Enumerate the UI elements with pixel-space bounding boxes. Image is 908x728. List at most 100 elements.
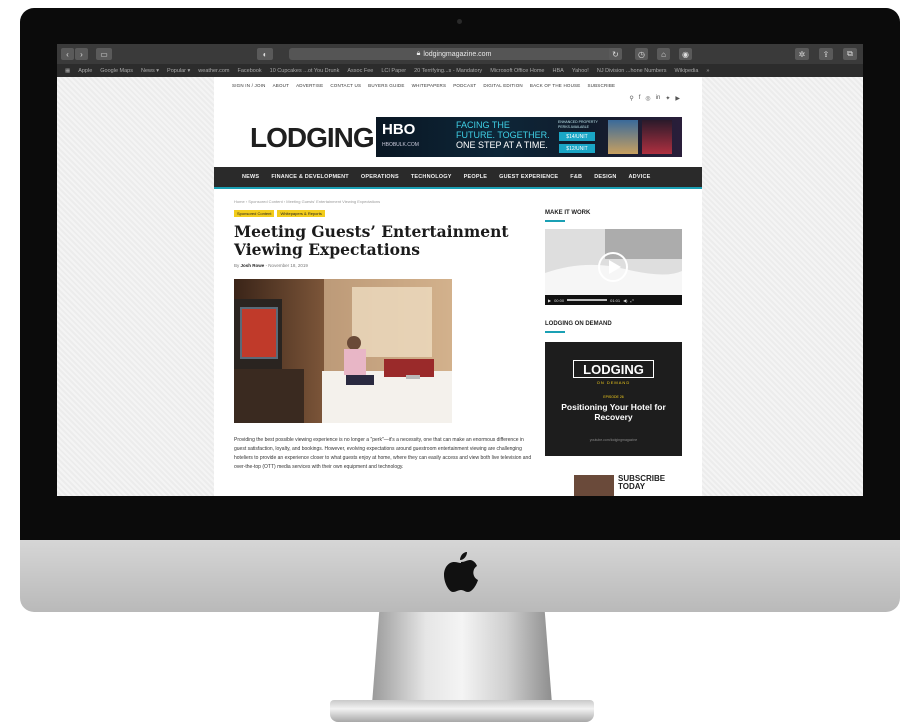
bookmark-item[interactable]: Facebook <box>237 68 261 74</box>
main-nav-item[interactable]: FINANCE & DEVELOPMENT <box>271 174 349 180</box>
ad-price-2: $12/UNIT <box>559 144 595 153</box>
home-icon[interactable]: ⌂ <box>657 48 670 60</box>
main-nav-item[interactable]: DESIGN <box>594 174 616 180</box>
top-nav-item[interactable]: WHITEPAPERS <box>412 83 447 88</box>
tabs-icon[interactable]: ⧉ <box>843 48 857 60</box>
bookmark-item[interactable]: Microsoft Office Home <box>490 68 544 74</box>
ad-headline-line-2: FUTURE. TOGETHER. <box>456 130 550 140</box>
tag-badge[interactable]: Sponsored Content <box>234 210 275 217</box>
bookmark-item[interactable]: Popular ▾ <box>167 68 190 74</box>
tag-badge[interactable]: Whitepapers & Reports <box>277 210 325 217</box>
byline-prefix: By <box>234 263 240 268</box>
browser-toolbar: ‹ › ▭ ◐ 🔒︎ lodgingmagazine.com ↻ ◷ ⌂ ◉ ✲… <box>57 44 863 64</box>
play-icon[interactable]: ▶ <box>548 298 551 303</box>
back-button[interactable]: ‹ <box>61 48 74 60</box>
article-tags: Sponsored Content Whitepapers & Reports <box>234 210 325 217</box>
bookmark-item[interactable]: Apple <box>78 68 92 74</box>
social-links: ⚲ f ◎ in ✦ ▶ <box>629 95 680 102</box>
top-nav-item[interactable]: BACK OF THE HOUSE <box>530 83 581 88</box>
screen: ‹ › ▭ ◐ 🔒︎ lodgingmagazine.com ↻ ◷ ⌂ ◉ ✲… <box>57 44 863 496</box>
facebook-icon[interactable]: f <box>639 95 641 102</box>
main-nav-item[interactable]: F&B <box>570 174 582 180</box>
heading-underline <box>545 331 565 333</box>
magazine-cover[interactable] <box>574 475 614 496</box>
publish-date: - November 18, 2019 <box>265 263 308 268</box>
video-current-time: 00:00 <box>554 297 565 303</box>
monitor-stand-base <box>330 700 594 722</box>
main-nav-item[interactable]: NEWS <box>242 174 259 180</box>
bookmark-item[interactable]: Assoc Fee <box>347 68 373 74</box>
top-nav-item[interactable]: ADVERTISE <box>296 83 323 88</box>
video-duration: 01:01 <box>610 297 621 303</box>
clock-icon[interactable]: ◷ <box>635 48 648 60</box>
volume-icon[interactable]: ◀) <box>623 298 627 303</box>
bookmark-item[interactable]: Google Maps <box>100 68 133 74</box>
grid-icon[interactable]: ▦ <box>65 68 70 74</box>
sidebar-heading-on-demand: LODGING ON DEMAND <box>545 321 612 327</box>
apple-logo-icon <box>444 552 478 592</box>
top-nav-item[interactable]: PODCAST <box>453 83 476 88</box>
video-progress-bar[interactable] <box>567 299 608 301</box>
author-link[interactable]: Josh Rowe <box>241 263 265 268</box>
privacy-icon[interactable]: ◐ <box>257 48 273 60</box>
breadcrumb[interactable]: Home › Sponsored Content › Meeting Guest… <box>234 199 380 204</box>
bookmark-item[interactable]: 10 Cupcakes ...ot You Drunk <box>270 68 340 74</box>
instagram-icon[interactable]: ◎ <box>645 95 650 102</box>
main-nav-item[interactable]: OPERATIONS <box>361 174 399 180</box>
top-nav-item[interactable]: ABOUT <box>273 83 290 88</box>
lock-icon: 🔒︎ <box>416 50 421 57</box>
bookmark-item[interactable]: Wikipedia <box>675 68 699 74</box>
video-player[interactable]: ▶ 00:00 01:01 ◀) ⤢ <box>545 229 682 305</box>
eye-icon[interactable]: ◉ <box>679 48 692 60</box>
bookmark-item[interactable]: Yahoo! <box>572 68 589 74</box>
hbo-banner-ad[interactable]: HBO HBOBULK.COM FACING THE FUTURE. TOGET… <box>376 117 682 157</box>
top-nav-item[interactable]: BUYERS GUIDE <box>368 83 404 88</box>
linkedin-icon[interactable]: in <box>656 95 661 102</box>
bookmark-item[interactable]: HBA <box>553 68 564 74</box>
youtube-icon[interactable]: ▶ <box>675 95 680 102</box>
byline: By Josh Rowe - November 18, 2019 <box>234 263 308 268</box>
gear-icon[interactable]: ✲ <box>795 48 809 60</box>
web-page: SIGN IN / JOIN ABOUT ADVERTISE CONTACT U… <box>214 77 702 496</box>
site-logo[interactable]: LODGING <box>250 122 375 154</box>
fullscreen-icon[interactable]: ⤢ <box>631 298 634 303</box>
ad-headline: FACING THE FUTURE. TOGETHER. <box>456 120 550 140</box>
reload-icon[interactable]: ↻ <box>609 48 622 60</box>
twitter-icon[interactable]: ✦ <box>665 95 670 102</box>
top-nav-item[interactable]: CONTACT US <box>330 83 361 88</box>
top-nav-item[interactable]: SIGN IN / JOIN <box>232 83 266 88</box>
address-text: lodgingmagazine.com <box>423 50 492 58</box>
address-bar[interactable]: 🔒︎ lodgingmagazine.com <box>289 48 619 60</box>
monitor-stand <box>372 612 552 704</box>
bookmark-item[interactable]: 20 Terrifying...s - Mandatory <box>414 68 482 74</box>
ad-offer: ENHANCED PROPERTY PERKS AVAILABLE <box>558 120 598 129</box>
search-icon[interactable]: ⚲ <box>629 95 633 102</box>
ad-image <box>642 120 672 154</box>
top-nav-item[interactable]: SUBSCRIBE <box>587 83 615 88</box>
main-nav-item[interactable]: PEOPLE <box>464 174 488 180</box>
bookmark-item[interactable]: weather.com <box>198 68 229 74</box>
heading-underline <box>545 220 565 222</box>
subscribe-link[interactable]: SUBSCRIBE TODAY <box>618 475 665 496</box>
ad-brand-url: HBOBULK.COM <box>382 142 419 148</box>
main-nav-item[interactable]: GUEST EXPERIENCE <box>499 174 558 180</box>
on-demand-subtitle: ON DEMAND <box>596 380 631 385</box>
top-nav-item[interactable]: DIGITAL EDITION <box>483 83 523 88</box>
ad-image <box>608 120 638 154</box>
hero-image <box>234 279 452 423</box>
bookmark-item[interactable]: NJ Division ...hone Numbers <box>597 68 667 74</box>
main-nav-item[interactable]: ADVICE <box>629 174 651 180</box>
main-nav-item[interactable]: TECHNOLOGY <box>411 174 452 180</box>
forward-button[interactable]: › <box>75 48 88 60</box>
bookmark-item[interactable]: LCI Paper <box>381 68 406 74</box>
camera-icon <box>457 19 462 24</box>
on-demand-url: youtube.com/lodgingmagazine <box>589 438 638 442</box>
bookmark-item[interactable]: News ▾ <box>141 68 159 74</box>
on-demand-promo[interactable]: LODGING ON DEMAND EPISODE 26 Positioning… <box>545 342 682 456</box>
ad-headline-line-1: FACING THE <box>456 120 510 130</box>
share-icon[interactable]: ⇪ <box>819 48 833 60</box>
sidebar-heading-make-it-work: MAKE IT WORK <box>545 210 591 216</box>
bookmarks-more-button[interactable]: » <box>706 68 709 74</box>
sidebar-toggle-icon[interactable]: ▭ <box>96 48 112 60</box>
bookmarks-bar: ▦ Apple Google Maps News ▾ Popular ▾ wea… <box>57 64 863 77</box>
